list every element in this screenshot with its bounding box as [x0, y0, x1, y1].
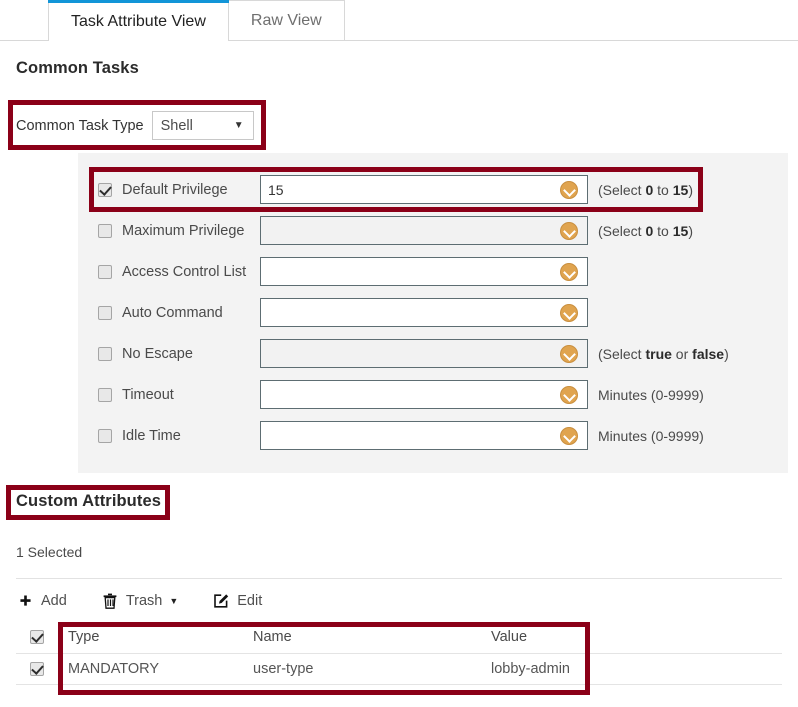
- column-header-type[interactable]: Type: [58, 622, 253, 653]
- trash-icon: [101, 592, 119, 610]
- input-no-escape[interactable]: [260, 339, 588, 368]
- hint-bold-max: 15: [672, 222, 689, 239]
- field-label: Auto Command: [122, 304, 223, 321]
- view-tabbar: Task Attribute View Raw View: [0, 0, 798, 41]
- checkbox-access-control-list[interactable]: [98, 264, 112, 279]
- custom-attributes-toolbar: Add Trash ▼ Edit: [16, 586, 296, 616]
- checkbox-maximum-privilege[interactable]: [98, 223, 112, 238]
- field-hint: Minutes (0-9999): [598, 387, 704, 403]
- common-tasks-heading: Common Tasks: [16, 59, 139, 77]
- trash-button-label: Trash: [125, 593, 163, 609]
- chevron-down-icon[interactable]: [560, 385, 578, 404]
- custom-attributes-table: Type Name Value MANDATORY user-type lobb…: [16, 622, 782, 685]
- table-row[interactable]: MANDATORY user-type lobby-admin: [16, 653, 782, 684]
- common-task-type-label: Common Task Type: [16, 117, 144, 134]
- selected-count-label: 1 Selected: [16, 544, 83, 560]
- chevron-down-icon[interactable]: [560, 426, 578, 445]
- field-label: No Escape: [122, 345, 193, 362]
- hint-prefix: (Select: [598, 345, 646, 362]
- input-maximum-privilege[interactable]: [260, 216, 588, 245]
- hint-mid: to: [653, 222, 673, 239]
- checkbox-default-privilege[interactable]: [98, 182, 112, 197]
- common-task-type-select[interactable]: Shell ▼: [151, 111, 254, 140]
- chevron-down-icon[interactable]: [560, 303, 578, 322]
- hint-bold-max: 15: [672, 181, 689, 198]
- pencil-square-icon: [212, 592, 230, 610]
- hint-prefix: (Select: [598, 181, 646, 198]
- custom-attributes-heading: Custom Attributes: [16, 492, 162, 510]
- field-hint: (Select 0 to 15): [598, 182, 693, 198]
- chevron-down-icon[interactable]: [560, 221, 578, 240]
- chevron-down-icon: ▼: [233, 120, 244, 131]
- checkbox-idle-time[interactable]: [98, 428, 112, 443]
- input-auto-command[interactable]: [260, 298, 588, 327]
- hint-prefix: (Select: [598, 222, 646, 239]
- hint-mid: to: [653, 181, 673, 198]
- input-timeout[interactable]: [260, 380, 588, 409]
- hint-prefix: Minutes (0-9999): [598, 427, 704, 444]
- column-header-value[interactable]: Value: [491, 622, 782, 653]
- field-label: Maximum Privilege: [122, 222, 245, 239]
- chevron-down-icon[interactable]: [560, 262, 578, 281]
- tab-label: Raw View: [250, 12, 322, 29]
- hint-suffix: ): [688, 222, 693, 239]
- checkbox-no-escape[interactable]: [98, 346, 112, 361]
- field-row-default-privilege: Default Privilege 15 (Select 0 to 15): [78, 175, 693, 204]
- checkbox-timeout[interactable]: [98, 387, 112, 402]
- add-button-label: Add: [41, 593, 67, 609]
- field-row-auto-command: Auto Command: [78, 298, 598, 327]
- plus-icon: [16, 592, 34, 610]
- field-label: Timeout: [122, 386, 174, 403]
- field-label: Idle Time: [122, 427, 181, 444]
- table-header-row: Type Name Value: [16, 622, 782, 653]
- row-checkbox[interactable]: [30, 661, 44, 676]
- common-tasks-form-panel: Default Privilege 15 (Select 0 to 15) Ma…: [78, 153, 788, 473]
- common-task-type-row: Common Task Type Shell ▼: [16, 111, 254, 140]
- hint-bold-false: false: [692, 345, 725, 362]
- field-row-idle-time: Idle Time Minutes (0-9999): [78, 421, 704, 450]
- chevron-down-icon: ▼: [169, 596, 179, 606]
- hint-prefix: Minutes (0-9999): [598, 386, 704, 403]
- trash-button[interactable]: Trash ▼: [101, 592, 178, 610]
- field-hint: (Select true or false): [598, 346, 729, 362]
- tab-raw-view[interactable]: Raw View: [227, 0, 345, 40]
- chevron-down-icon[interactable]: [560, 344, 578, 363]
- field-row-access-control-list: Access Control List: [78, 257, 598, 286]
- field-hint: (Select 0 to 15): [598, 223, 693, 239]
- chevron-down-icon[interactable]: [560, 180, 578, 199]
- table-header: Type Name Value: [16, 622, 782, 653]
- hint-bold-true: true: [645, 345, 672, 362]
- cell-value: lobby-admin: [491, 660, 570, 677]
- hint-suffix: ): [688, 181, 693, 198]
- cell-type: MANDATORY: [68, 660, 160, 677]
- tab-task-attribute-view[interactable]: Task Attribute View: [48, 0, 229, 41]
- select-all-cell: [16, 622, 58, 653]
- field-hint: Minutes (0-9999): [598, 428, 704, 444]
- hint-mid: or: [671, 345, 693, 362]
- add-button[interactable]: Add: [16, 592, 67, 610]
- edit-button[interactable]: Edit: [212, 592, 262, 610]
- common-task-type-value: Shell: [160, 117, 193, 134]
- input-default-privilege[interactable]: 15: [260, 175, 588, 204]
- column-header-name[interactable]: Name: [253, 622, 491, 653]
- field-label: Default Privilege: [122, 181, 228, 198]
- table-body: MANDATORY user-type lobby-admin: [16, 653, 782, 684]
- input-access-control-list[interactable]: [260, 257, 588, 286]
- input-idle-time[interactable]: [260, 421, 588, 450]
- edit-button-label: Edit: [237, 593, 263, 609]
- select-all-checkbox[interactable]: [30, 630, 44, 645]
- toolbar-divider: [16, 578, 782, 579]
- field-row-maximum-privilege: Maximum Privilege (Select 0 to 15): [78, 216, 693, 245]
- checkbox-auto-command[interactable]: [98, 305, 112, 320]
- row-select-cell: [16, 653, 58, 684]
- field-row-no-escape: No Escape (Select true or false): [78, 339, 729, 368]
- cell-name: user-type: [253, 660, 314, 677]
- hint-suffix: ): [724, 345, 729, 362]
- tab-label: Task Attribute View: [71, 13, 206, 30]
- field-row-timeout: Timeout Minutes (0-9999): [78, 380, 704, 409]
- field-label: Access Control List: [122, 263, 247, 280]
- input-value: 15: [268, 181, 284, 198]
